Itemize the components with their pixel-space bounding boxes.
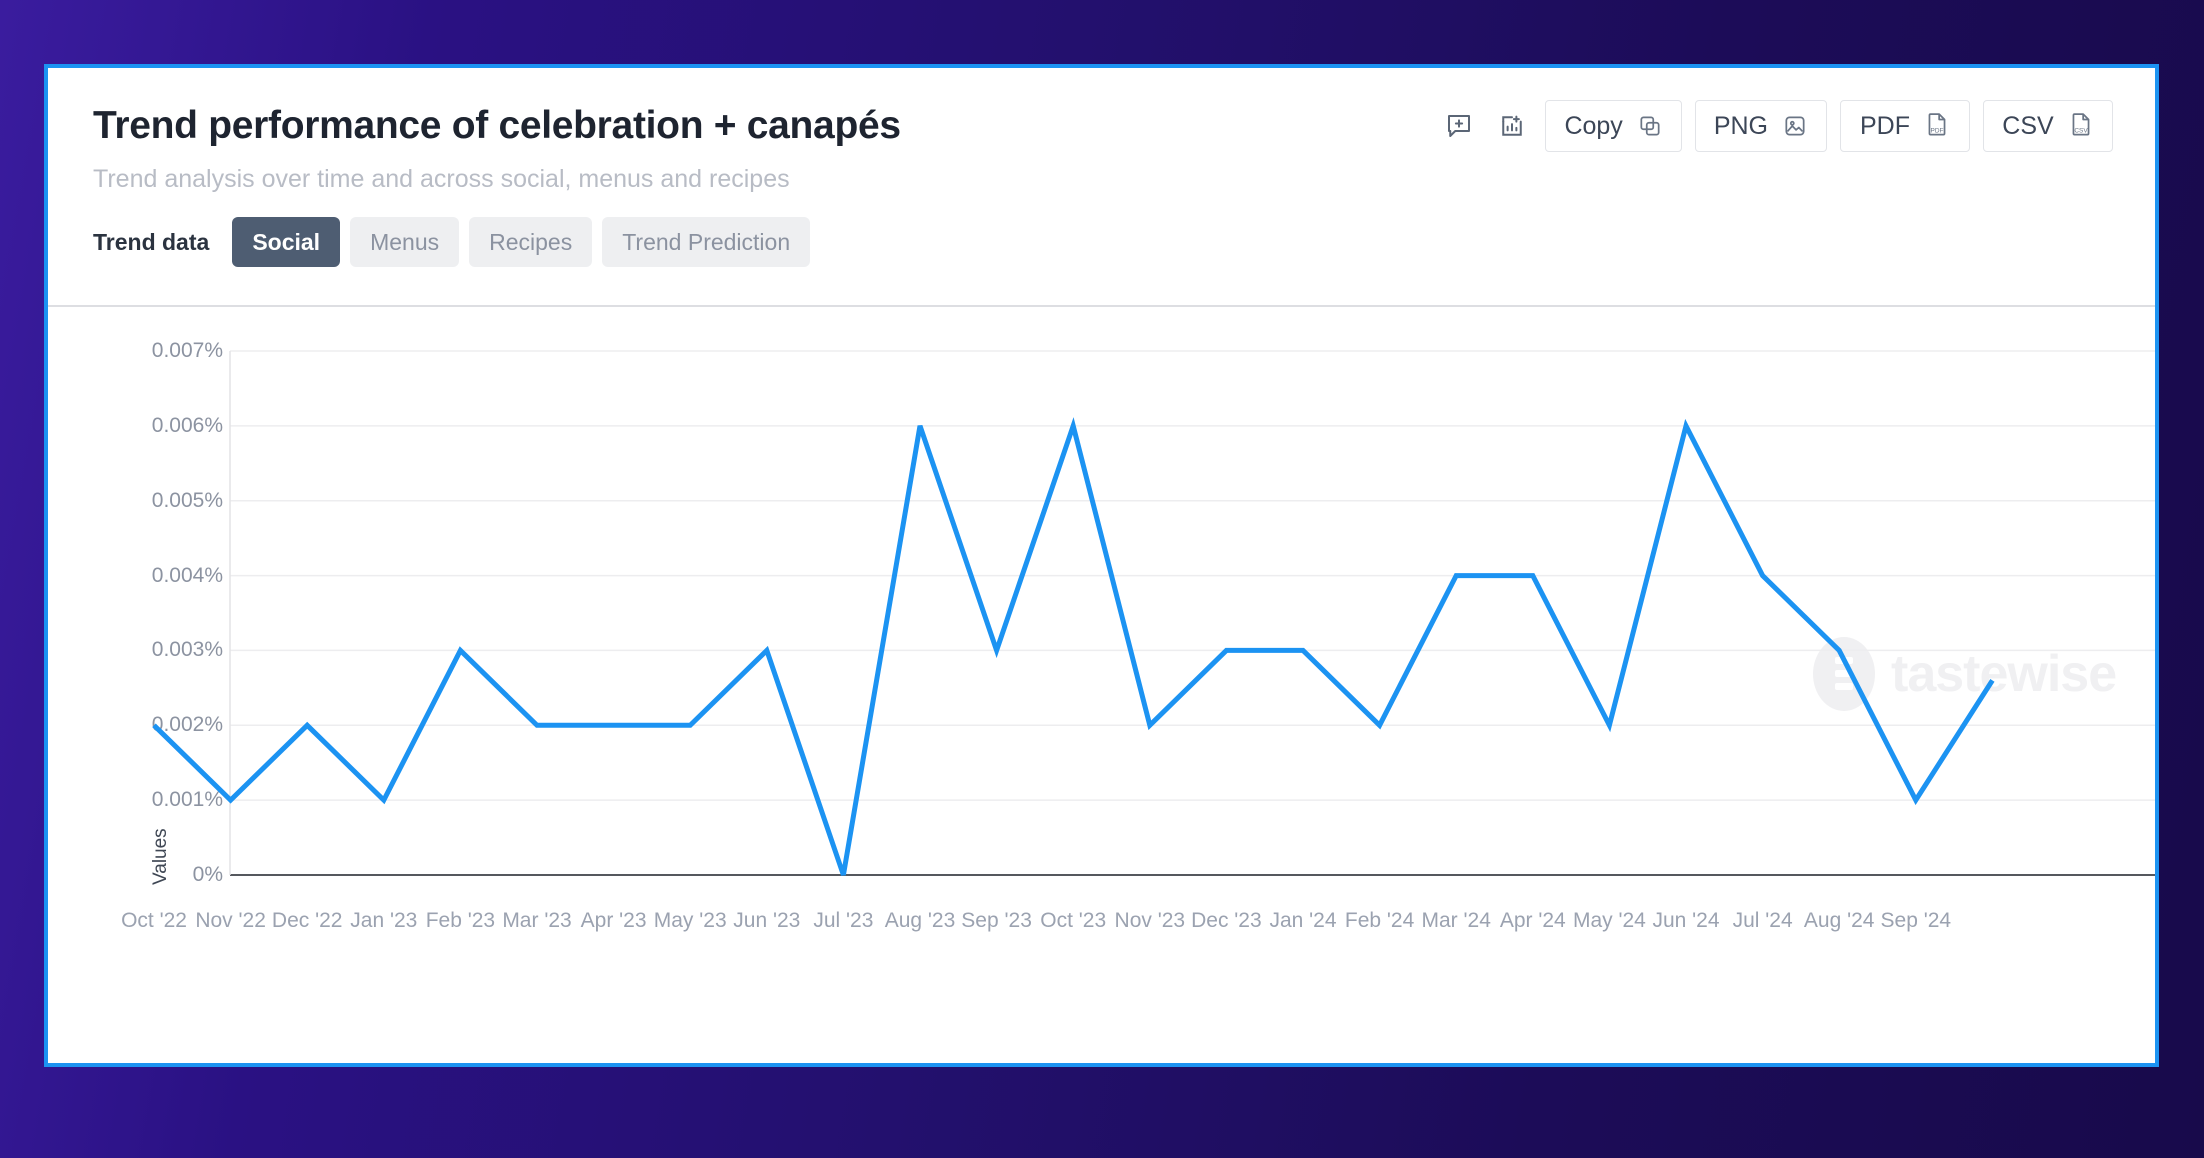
svg-text:PDF: PDF xyxy=(1931,127,1944,134)
png-button-label: PNG xyxy=(1713,111,1768,140)
chart-body: Values 0% 0.001% 0.002% 0.003% 0.004% 0.005% 0… xyxy=(48,307,2155,1063)
chart-x-axis xyxy=(229,351,2155,876)
pdf-export-button[interactable]: PDF PDF xyxy=(1840,100,1970,152)
page-subtitle: Trend analysis over time and across soci… xyxy=(93,165,790,193)
trend-performance-card: Trend performance of celebration + canap… xyxy=(44,64,2159,1067)
comment-plus-icon[interactable] xyxy=(1439,106,1479,146)
card-header: Trend performance of celebration + canap… xyxy=(48,68,2155,307)
chart-gridlines xyxy=(230,350,2155,801)
csv-button-label: CSV xyxy=(2002,111,2054,140)
tab-trend-prediction[interactable]: Trend Prediction xyxy=(602,217,811,267)
trend-data-tabs: Trend data Social Menus Recipes Trend Pr… xyxy=(93,217,811,267)
trend-data-label: Trend data xyxy=(93,228,210,255)
tab-recipes[interactable]: Recipes xyxy=(469,217,593,267)
page-title: Trend performance of celebration + canap… xyxy=(93,104,901,147)
csv-file-icon: CSV xyxy=(2068,112,2094,140)
image-icon xyxy=(1782,113,1808,139)
add-to-report-icon[interactable] xyxy=(1492,106,1532,146)
pdf-file-icon: PDF xyxy=(1924,112,1950,140)
card-toolbar: Copy PNG PDF PDF CSV CSV xyxy=(1439,100,2113,152)
png-export-button[interactable]: PNG xyxy=(1694,100,1827,152)
svg-text:CSV: CSV xyxy=(2074,127,2088,134)
csv-export-button[interactable]: CSV CSV xyxy=(1983,100,2113,152)
line-chart-plot xyxy=(152,350,2155,876)
copy-button[interactable]: Copy xyxy=(1545,100,1682,152)
tab-social[interactable]: Social xyxy=(232,217,341,267)
copy-button-label: Copy xyxy=(1564,111,1623,140)
pdf-button-label: PDF xyxy=(1860,111,1910,140)
copy-icon xyxy=(1637,113,1663,139)
tab-menus[interactable]: Menus xyxy=(350,217,460,267)
